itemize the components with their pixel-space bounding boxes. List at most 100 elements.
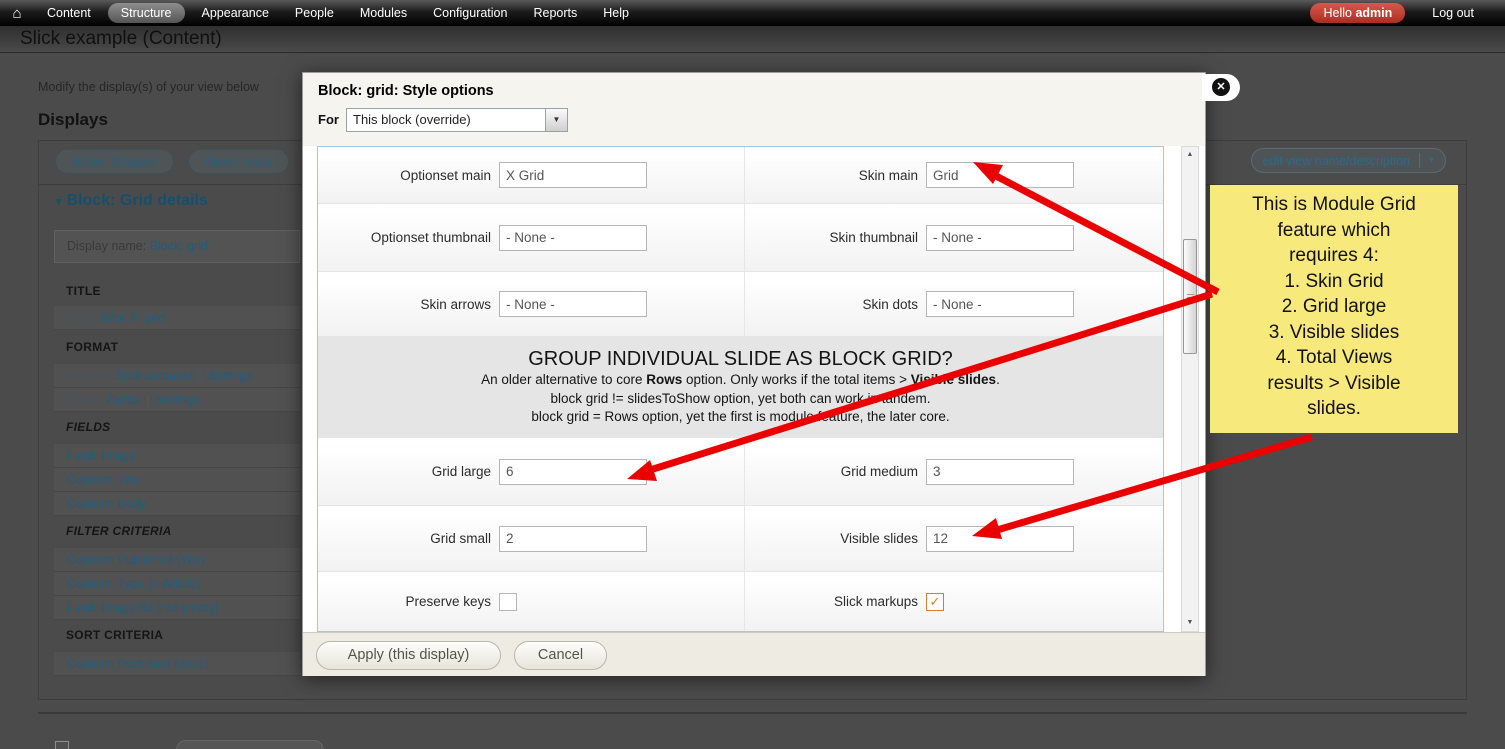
- section-format-heading: FORMAT: [66, 340, 119, 354]
- row-content-title[interactable]: Content: Title: [54, 468, 300, 492]
- row-show[interactable]: Show: Fields | Settings: [54, 388, 300, 412]
- slick-markups-label: Slick markups: [833, 594, 918, 609]
- row-content-body[interactable]: Content: Body: [54, 492, 300, 516]
- text-bold: Rows: [646, 372, 683, 387]
- details-heading-label: Block: Grid details: [66, 192, 208, 209]
- form-row: Preserve keys Slick markups ✓: [318, 572, 1163, 631]
- page-title: Slick example (Content): [20, 28, 222, 49]
- menu-item-help[interactable]: Help: [590, 0, 642, 26]
- select-dropdown-button[interactable]: ▼: [545, 108, 568, 132]
- grid-medium-label: Grid medium: [840, 464, 918, 479]
- optionset-main-label: Optionset main: [400, 167, 491, 183]
- apply-button[interactable]: Apply (this display): [316, 641, 501, 670]
- row-filter-published[interactable]: Content: Published (Yes): [54, 548, 300, 572]
- section-fields-heading: FIELDS: [66, 420, 111, 434]
- preserve-keys-checkbox[interactable]: [499, 592, 517, 611]
- preserve-keys-label: Preserve keys: [405, 594, 491, 609]
- text-bold: Visible slides: [910, 372, 997, 387]
- display-name-value: Block: grid: [149, 239, 209, 253]
- row-show-settings-link[interactable]: Settings: [155, 393, 200, 407]
- cancel-button[interactable]: Cancel: [514, 641, 607, 670]
- menu-item-configuration[interactable]: Configuration: [420, 0, 520, 26]
- row-field-image[interactable]: Field: Image: [54, 444, 300, 468]
- skin-arrows-input[interactable]: [499, 291, 647, 317]
- row-label: Content: Published (Yes): [67, 552, 205, 567]
- menu-item-appearance[interactable]: Appearance: [189, 0, 282, 26]
- row-sort-post-date[interactable]: Content: Post date (desc): [54, 652, 300, 676]
- slick-markups-checkbox[interactable]: ✓: [926, 592, 944, 611]
- scrollbar-thumb[interactable]: [1183, 239, 1197, 354]
- scroll-up-button[interactable]: ▲: [1182, 147, 1198, 163]
- scroll-down-button[interactable]: ▼: [1182, 615, 1198, 631]
- logout-link[interactable]: Log out: [1419, 0, 1487, 26]
- grid-small-input[interactable]: [499, 525, 647, 552]
- grid-medium-input[interactable]: [926, 458, 1074, 485]
- bottom-button[interactable]: [176, 740, 324, 749]
- menu-item-reports[interactable]: Reports: [520, 0, 590, 26]
- thumb-grip: [1187, 297, 1194, 298]
- skin-thumbnail-label: Skin thumbnail: [829, 230, 918, 245]
- admin-toolbar: ⌂ Content Structure Appearance People Mo…: [0, 0, 1505, 26]
- display-name-row[interactable]: Display name: Block: grid: [54, 230, 300, 263]
- hello-user-badge[interactable]: Hello admin: [1310, 3, 1406, 23]
- tab-block-main[interactable]: Block: main: [187, 149, 289, 174]
- optionset-thumbnail-input[interactable]: [499, 224, 647, 251]
- chevron-down-icon: ▾: [1428, 155, 1434, 166]
- menu-item-content[interactable]: Content: [34, 0, 104, 26]
- form-cell: Skin dots: [745, 272, 1163, 336]
- form-row: Optionset main Skin main: [318, 147, 1163, 204]
- row-filter-image-fid[interactable]: Field: Image:fid (not empty): [54, 596, 300, 620]
- chevron-down-icon: ▼: [552, 115, 561, 124]
- thumb-grip: [1187, 300, 1194, 301]
- text: An older alternative to core: [481, 372, 647, 387]
- edit-view-name-button[interactable]: edit view name/description ▾: [1250, 148, 1446, 173]
- menu-item-modules[interactable]: Modules: [347, 0, 420, 26]
- for-label: For: [318, 112, 339, 127]
- row-format-label: Format:: [67, 368, 111, 383]
- row-show-label: Show:: [67, 392, 102, 407]
- row-format-settings-link[interactable]: Settings: [207, 369, 252, 383]
- form-cell: Visible slides: [745, 506, 1163, 571]
- row-format[interactable]: Format: Slick carousel | Settings: [54, 364, 300, 388]
- menu-item-people[interactable]: People: [282, 0, 347, 26]
- group-section-line1: An older alternative to core Rows option…: [318, 371, 1163, 390]
- skin-thumbnail-input[interactable]: [926, 224, 1074, 251]
- section-filter-heading: FILTER CRITERIA: [66, 524, 172, 538]
- grid-large-input[interactable]: [499, 458, 647, 485]
- note-line: 3. Visible slides: [1268, 321, 1400, 343]
- optionset-main-input[interactable]: [499, 162, 647, 188]
- section-sort-heading: SORT CRITERIA: [66, 628, 164, 642]
- note-line: requires 4:: [1289, 245, 1379, 266]
- style-options-form: Optionset main Skin main Optionset thumb…: [317, 146, 1164, 632]
- skin-dots-label: Skin dots: [862, 296, 918, 312]
- skin-dots-input[interactable]: [926, 291, 1074, 317]
- for-select-value: This block (override): [346, 108, 546, 132]
- skin-main-input[interactable]: [926, 162, 1074, 188]
- skin-main-label: Skin main: [858, 167, 918, 183]
- row-label: Field: Image: [67, 448, 136, 463]
- row-label: Content: Title: [67, 472, 141, 487]
- menu-item-structure[interactable]: Structure: [107, 3, 185, 23]
- separator: |: [198, 368, 202, 383]
- row-filter-type[interactable]: Content: Type (= Article): [54, 572, 300, 596]
- for-select[interactable]: This block (override) ▼: [346, 108, 568, 132]
- style-options-dialog: Block: grid: Style options For This bloc…: [302, 72, 1206, 676]
- block-grid-details-heading[interactable]: ▾ Block: Grid details: [56, 192, 208, 210]
- home-icon[interactable]: ⌂: [0, 5, 34, 22]
- form-row: Grid large Grid medium: [318, 438, 1163, 506]
- dialog-footer: Apply (this display) Cancel: [303, 632, 1205, 676]
- dialog-scrollbar[interactable]: ▲ ▼: [1181, 146, 1199, 632]
- bottom-checkbox[interactable]: [55, 741, 69, 749]
- tab-block-3d-back[interactable]: Block: 3d back: [55, 149, 174, 174]
- section-divider: [38, 712, 1467, 714]
- group-section-line2: block grid != slidesToShow option, yet b…: [550, 390, 931, 406]
- button-divider: [1418, 153, 1420, 168]
- form-cell: Optionset thumbnail: [318, 204, 745, 271]
- form-cell: Grid medium: [745, 438, 1163, 505]
- close-icon[interactable]: ✕: [1210, 76, 1232, 98]
- visible-slides-input[interactable]: [926, 525, 1074, 552]
- display-name-label: Display name:: [67, 239, 147, 253]
- group-section-heading: GROUP INDIVIDUAL SLIDE AS BLOCK GRID?: [528, 348, 953, 370]
- row-title[interactable]: Title: Slick X: grid: [54, 306, 300, 330]
- intro-text: Modify the display(s) of your view below: [38, 80, 259, 94]
